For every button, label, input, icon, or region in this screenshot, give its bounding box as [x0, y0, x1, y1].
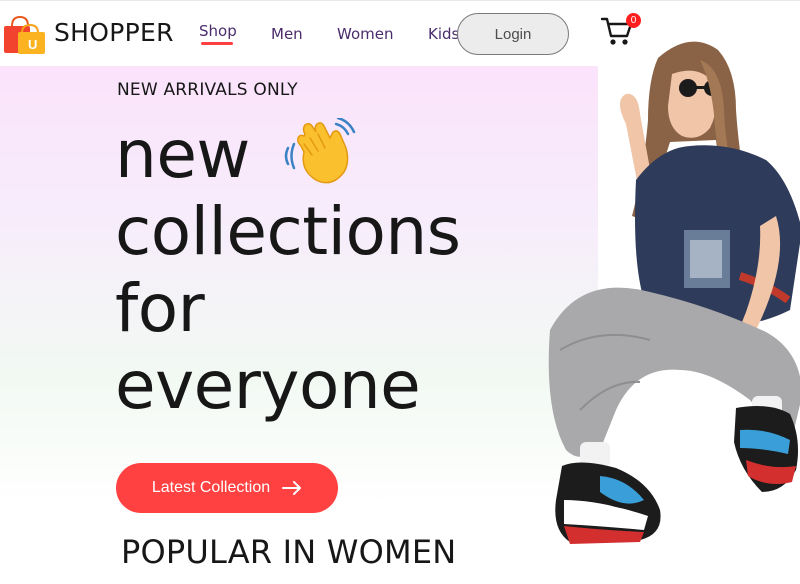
hero-headline-line-4: everyone: [115, 347, 421, 424]
nav-item-kids[interactable]: Kids: [428, 25, 459, 43]
nav-item-men[interactable]: Men: [271, 25, 303, 43]
nav-item-women[interactable]: Women: [337, 25, 393, 43]
hero-headline-line-3: for: [115, 270, 205, 347]
popular-in-women-heading: POPULAR IN WOMEN: [121, 533, 457, 571]
hero-model-image: [548, 41, 800, 544]
shopping-bag-logo-icon[interactable]: U: [2, 13, 46, 55]
hero-eyebrow: NEW ARRIVALS ONLY: [117, 80, 298, 100]
arrow-right-icon: [282, 481, 302, 495]
hero-headline-line-2: collections: [115, 193, 461, 270]
cart-count-badge: 0: [626, 13, 641, 28]
svg-text:U: U: [28, 37, 37, 52]
latest-collection-label: Latest Collection: [151, 479, 271, 496]
waving-hand-icon: [284, 118, 356, 184]
hero-headline-line-1: new: [115, 116, 250, 193]
nav-item-shop[interactable]: Shop: [199, 22, 237, 40]
brand-name[interactable]: SHOPPER: [54, 18, 174, 47]
latest-collection-button[interactable]: Latest Collection: [116, 463, 338, 513]
active-nav-indicator: [201, 42, 233, 45]
